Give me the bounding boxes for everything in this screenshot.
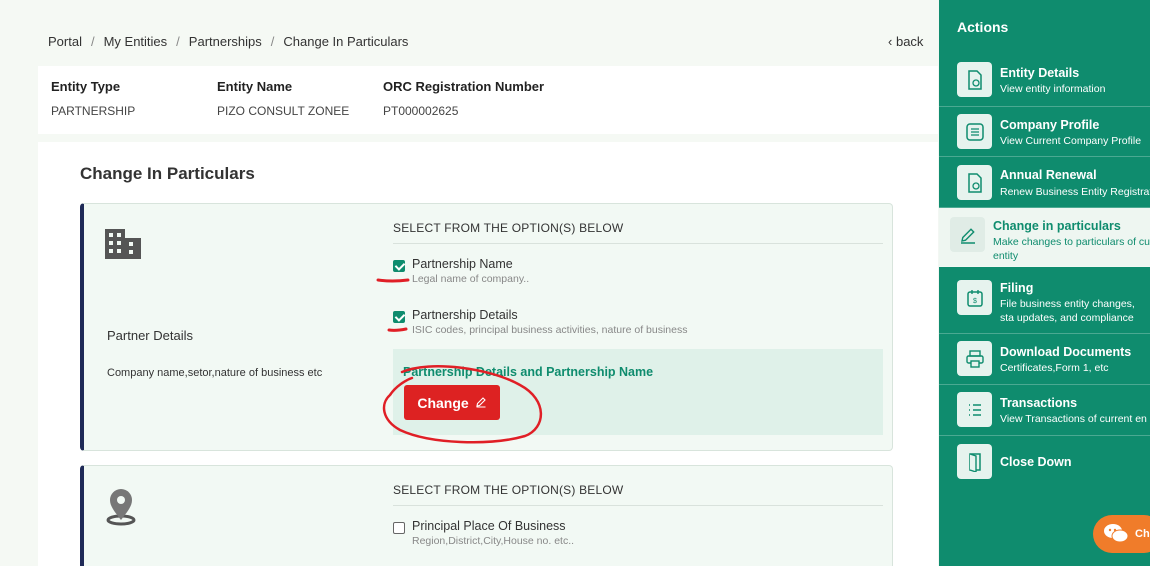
sidebar-item-subtitle: Renew Business Entity Registrat xyxy=(1000,186,1150,198)
sidebar-item-change-in-particulars[interactable]: Change in particulars Make changes to pa… xyxy=(939,208,1150,267)
building-icon xyxy=(104,226,142,265)
panel-subtitle: Company name,setor,nature of business et… xyxy=(107,367,323,379)
breadcrumb-current: Change In Particulars xyxy=(283,34,409,49)
sidebar-item-subtitle: View entity information xyxy=(1000,83,1106,95)
breadcrumb-separator: / xyxy=(176,34,180,49)
change-summary-title: Partnership Details and Partnership Name xyxy=(403,365,654,379)
sidebar-item-annual-renewal[interactable]: Annual Renewal Renew Business Entity Reg… xyxy=(939,157,1150,208)
back-label: back xyxy=(895,34,924,49)
place-of-business-panel: SELECT FROM THE OPTION(S) BELOW Principa… xyxy=(80,465,893,566)
sidebar-item-company-profile[interactable]: Company Profile View Current Company Pro… xyxy=(939,107,1150,157)
sidebar-item-title: Company Profile xyxy=(1000,118,1100,132)
breadcrumb-separator: / xyxy=(270,34,275,49)
chat-bubbles-icon xyxy=(1103,522,1129,547)
breadcrumb: Portal / My Entities / Partnerships / Ch… xyxy=(48,34,408,49)
change-button[interactable]: Change xyxy=(404,385,500,420)
option-title: Principal Place Of Business xyxy=(412,519,566,533)
change-button-label: Change xyxy=(417,394,469,411)
sidebar-item-subtitle: Certificates,Form 1, etc xyxy=(1000,362,1109,374)
filing-icon: $ xyxy=(957,280,992,315)
page-title: Change In Particulars xyxy=(80,164,255,183)
sidebar-title: Actions xyxy=(957,19,1009,35)
edit-pencil-icon xyxy=(950,217,985,252)
options-heading: SELECT FROM THE OPTION(S) BELOW xyxy=(393,221,624,235)
sidebar-item-title: Filing xyxy=(1000,281,1034,295)
sidebar-item-title: Download Documents xyxy=(1000,345,1132,359)
partnership-details-checkbox[interactable] xyxy=(393,311,405,323)
sidebar-item-title: Annual Renewal xyxy=(1000,168,1097,182)
option-subtitle: Legal name of company.. xyxy=(412,273,530,285)
change-summary-box: Partnership Details and Partnership Name… xyxy=(393,349,883,435)
sidebar-item-title: Entity Details xyxy=(1000,66,1080,80)
back-link[interactable]: ‹ back xyxy=(888,34,923,49)
list-document-icon xyxy=(957,114,992,149)
breadcrumb-my-entities[interactable]: My Entities xyxy=(104,34,168,49)
sidebar-item-subtitle: File business entity changes, sta update… xyxy=(1000,298,1135,324)
main-area: Portal / My Entities / Partnerships / Ch… xyxy=(0,0,938,566)
printer-icon xyxy=(957,341,992,376)
breadcrumb-portal[interactable]: Portal xyxy=(48,34,82,49)
option-title: Partnership Name xyxy=(412,257,513,271)
entity-name: Entity Name PIZO CONSULT ZONEE xyxy=(217,79,349,118)
actions-sidebar: Actions Entity Details View entity infor… xyxy=(939,0,1150,566)
door-exit-icon xyxy=(957,444,992,479)
sidebar-item-title: Transactions xyxy=(1000,396,1078,410)
principal-place-checkbox[interactable] xyxy=(393,522,405,534)
option-subtitle: ISIC codes, principal business activitie… xyxy=(412,324,688,336)
entity-name-label: Entity Name xyxy=(217,79,293,94)
sidebar-item-filing[interactable]: $ Filing File business entity changes, s… xyxy=(939,267,1150,334)
option-subtitle: Region,District,City,House no. etc.. xyxy=(412,535,575,547)
entity-info-card: Entity Type PARTNERSHIP Entity Name PIZO… xyxy=(38,66,938,134)
pencil-icon xyxy=(475,395,487,411)
sidebar-item-subtitle: View Transactions of current en xyxy=(1000,413,1147,425)
location-pin-icon xyxy=(104,486,138,531)
sidebar-item-close-down[interactable]: Close Down xyxy=(939,436,1150,488)
sidebar-item-subtitle: View Current Company Profile xyxy=(1000,135,1142,147)
sidebar-item-transactions[interactable]: Transactions View Transactions of curren… xyxy=(939,385,1150,436)
breadcrumb-partnerships[interactable]: Partnerships xyxy=(189,34,262,49)
document-renew-icon xyxy=(957,165,992,200)
entity-type-value: PARTNERSHIP xyxy=(51,104,136,118)
sidebar-item-title: Change in particulars xyxy=(993,219,1121,233)
entity-type-label: Entity Type xyxy=(51,79,121,94)
panel-title: Partner Details xyxy=(107,328,193,343)
chat-button[interactable]: Ch xyxy=(1093,515,1150,553)
partnership-name-checkbox[interactable] xyxy=(393,260,405,272)
chevron-left-icon: ‹ xyxy=(888,34,893,49)
orc-number-value: PT000002625 xyxy=(383,104,459,118)
option-title: Partnership Details xyxy=(412,308,518,322)
divider xyxy=(393,243,883,244)
sidebar-item-title: Close Down xyxy=(1000,455,1072,469)
sidebar-item-subtitle: Make changes to particulars of cu entity xyxy=(993,236,1150,262)
chat-label: Ch xyxy=(1135,528,1150,540)
sidebar-item-entity-details[interactable]: Entity Details View entity information xyxy=(939,54,1150,107)
entity-name-value: PIZO CONSULT ZONEE xyxy=(217,104,350,118)
entity-type: Entity Type PARTNERSHIP xyxy=(51,79,135,118)
partner-details-panel: Partner Details Company name,setor,natur… xyxy=(80,203,893,451)
options-heading: SELECT FROM THE OPTION(S) BELOW xyxy=(393,483,624,497)
divider xyxy=(393,505,883,506)
orc-number: ORC Registration Number PT000002625 xyxy=(383,79,544,118)
sidebar-item-download-documents[interactable]: Download Documents Certificates,Form 1, … xyxy=(939,334,1150,385)
breadcrumb-separator: / xyxy=(90,34,95,49)
svg-text:$: $ xyxy=(973,298,977,305)
orc-number-label: ORC Registration Number xyxy=(383,79,545,94)
document-view-icon xyxy=(957,62,992,97)
transactions-list-icon xyxy=(957,392,992,427)
